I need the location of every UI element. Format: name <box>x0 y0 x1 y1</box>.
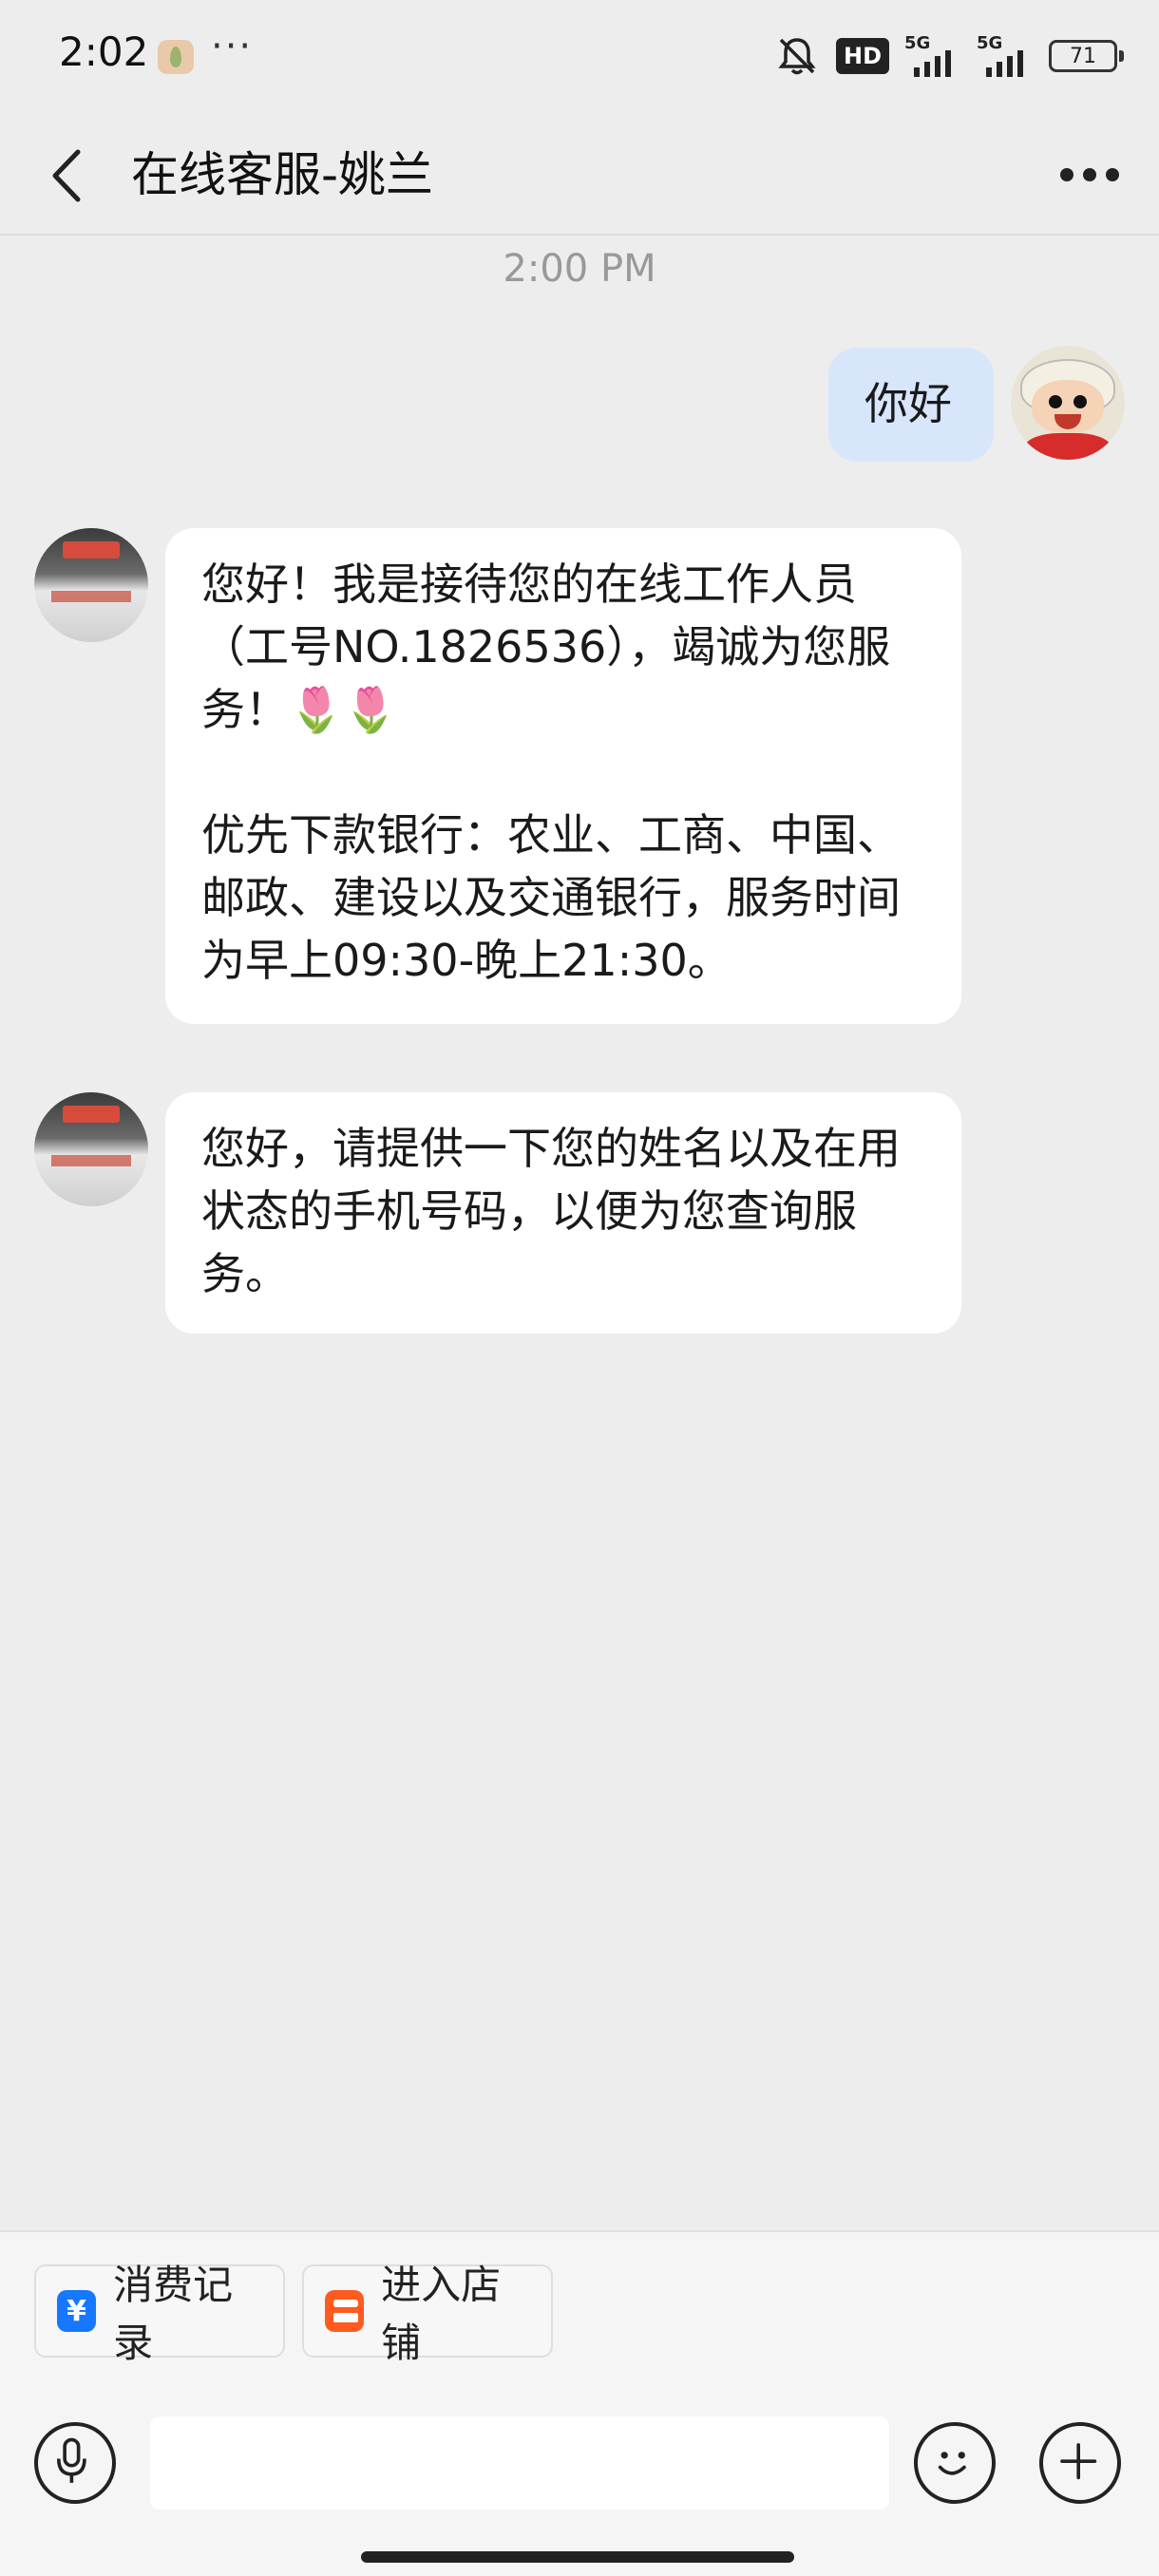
message-timestamp: 2:00 PM <box>503 247 656 291</box>
more-options-button[interactable] <box>1053 148 1127 201</box>
message-bubble-incoming[interactable]: 您好，请提供一下您的姓名以及在用状态的手机号码，以便为您查询服务。 <box>165 1092 961 1334</box>
bill-icon: ¥ <box>57 2290 97 2332</box>
consumption-records-label: 消费记录 <box>113 2262 234 2366</box>
emoji-icon[interactable] <box>914 2422 996 2504</box>
chat-title: 在线客服-姚兰 <box>131 147 434 202</box>
status-bar: 2:02 ··· HD 5G 5G 71 <box>0 0 1159 114</box>
consumption-records-button[interactable]: ¥ 消费记录 <box>34 2262 285 2366</box>
bell-muted-icon <box>778 38 816 75</box>
shop-icon <box>325 2290 365 2332</box>
app-notification-icon <box>158 40 194 74</box>
cell-signal-icon: 5G <box>977 33 1034 77</box>
dot-icon <box>1060 168 1074 181</box>
input-panel: ¥ 消费记录 进入店铺 <box>0 2230 1159 2576</box>
home-indicator[interactable] <box>361 2551 794 2563</box>
message-bubble-outgoing[interactable]: 你好 <box>828 348 994 462</box>
enter-shop-label: 进入店铺 <box>381 2262 502 2366</box>
dot-icon <box>1106 168 1119 181</box>
message-input[interactable] <box>150 2416 889 2510</box>
status-time: 2:02 <box>59 28 149 75</box>
chat-header: 在线客服-姚兰 <box>0 114 1159 236</box>
enter-shop-button[interactable]: 进入店铺 <box>302 2262 553 2366</box>
dot-icon <box>1083 168 1096 181</box>
battery-level: 71 <box>1070 44 1096 68</box>
plus-icon[interactable] <box>1039 2422 1121 2504</box>
status-indicators: HD 5G 5G 71 <box>773 32 1124 80</box>
cell-signal-icon: 5G <box>904 33 961 77</box>
back-arrow-icon[interactable] <box>42 142 99 209</box>
agent-avatar[interactable] <box>34 528 148 642</box>
hd-call-icon: HD <box>835 38 889 74</box>
chat-screen: 2:02 ··· HD 5G 5G 71 在线客服-姚兰 2:00 PM 你好 … <box>0 0 1159 2576</box>
voice-input-icon[interactable] <box>34 2422 116 2504</box>
message-list[interactable]: 2:00 PM 你好 您好！我是接待您的在线工作人员（工号NO.1826536）… <box>0 237 1159 2232</box>
user-avatar[interactable] <box>1011 346 1125 460</box>
more-notifications-icon: ··· <box>211 25 254 68</box>
agent-avatar[interactable] <box>34 1092 148 1206</box>
message-bubble-incoming[interactable]: 您好！我是接待您的在线工作人员（工号NO.1826536），竭诚为您服务！🌷🌷 … <box>165 528 961 1024</box>
battery-icon: 71 <box>1049 40 1124 72</box>
